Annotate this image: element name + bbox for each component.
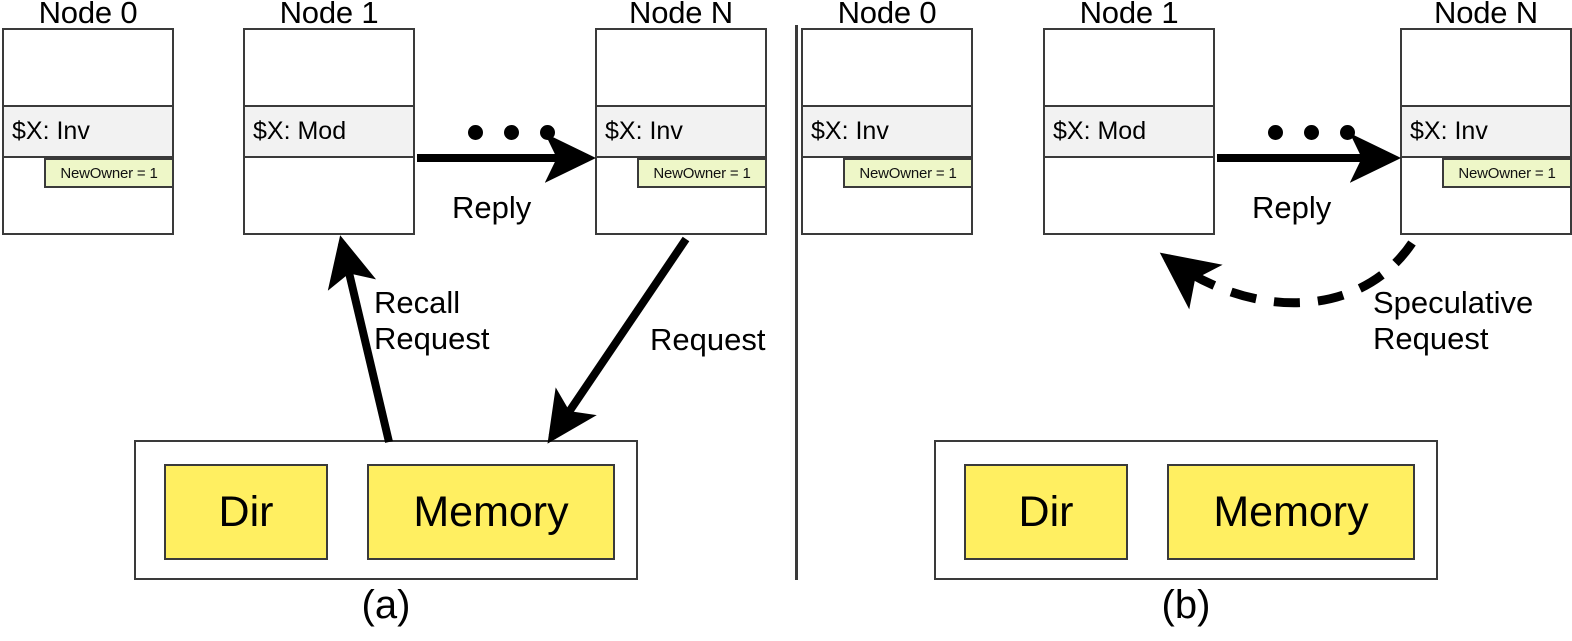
node-box: $X: Mod — [243, 28, 415, 235]
node-title: Node 1 — [1079, 0, 1179, 30]
node-row-blank-top — [1402, 30, 1570, 105]
ellipsis-dot — [468, 125, 483, 140]
panel-caption-b: (b) — [1161, 583, 1211, 627]
node-state-label: $X: Inv — [1410, 117, 1488, 145]
memory-cell: Memory — [1167, 464, 1415, 560]
node-box: $X: Inv NewOwner = 1 — [595, 28, 767, 235]
ellipsis-dot — [1304, 125, 1319, 140]
ellipsis-dot — [1268, 125, 1283, 140]
node-row-blank-bottom — [1045, 158, 1213, 233]
node-row-blank-bottom — [245, 158, 413, 233]
node-row-blank-top — [803, 30, 971, 105]
panel-caption-a: (a) — [361, 583, 411, 627]
ellipsis-dot — [1340, 125, 1355, 140]
memory-module-b: Dir Memory — [934, 440, 1438, 580]
node-group-a-node1: Node 1 $X: Mod — [243, 0, 415, 235]
edge-label-reply-b: Reply — [1252, 190, 1332, 225]
memory-module-a: Dir Memory — [134, 440, 638, 580]
node-row-blank-top — [597, 30, 765, 105]
node-state-label: $X: Mod — [1053, 117, 1147, 145]
ellipsis-dot — [540, 125, 555, 140]
node-title: Node 1 — [279, 0, 379, 30]
node-row-blank-top — [245, 30, 413, 105]
node-group-a-nodeN: Node N $X: Inv NewOwner = 1 — [595, 0, 767, 235]
directory-cell: Dir — [964, 464, 1128, 560]
node-state-label: $X: Inv — [811, 117, 889, 145]
edge-label-reply-a: Reply — [452, 190, 532, 225]
figure-root: Node 0 $X: Inv NewOwner = 1 Node 1 $X: M… — [0, 0, 1572, 641]
node-title: Node 0 — [837, 0, 937, 30]
node-group-b-nodeN: Node N $X: Inv NewOwner = 1 — [1400, 0, 1572, 235]
node-row-state: $X: Mod — [245, 105, 413, 158]
memory-cell: Memory — [367, 464, 615, 560]
newowner-badge: NewOwner = 1 — [843, 158, 973, 188]
node-group-a-node0: Node 0 $X: Inv NewOwner = 1 — [2, 0, 174, 235]
node-row-state: $X: Mod — [1045, 105, 1213, 158]
node-row-blank-top — [4, 30, 172, 105]
node-row-state: $X: Inv — [803, 105, 971, 158]
ellipsis-b — [1268, 125, 1355, 140]
newowner-badge: NewOwner = 1 — [44, 158, 174, 188]
ellipsis-a — [468, 125, 555, 140]
directory-cell: Dir — [164, 464, 328, 560]
edge-label-recall-request-a: Recall Request — [374, 285, 490, 356]
panel-divider — [795, 25, 798, 580]
node-title: Node N — [1434, 0, 1538, 30]
edge-label-request-a: Request — [650, 322, 766, 357]
node-box: $X: Inv NewOwner = 1 — [2, 28, 174, 235]
node-row-state: $X: Inv — [4, 105, 172, 158]
node-box: $X: Mod — [1043, 28, 1215, 235]
newowner-badge: NewOwner = 1 — [1442, 158, 1572, 188]
node-group-b-node1: Node 1 $X: Mod — [1043, 0, 1215, 235]
node-row-state: $X: Inv — [597, 105, 765, 158]
node-title: Node N — [629, 0, 733, 30]
node-row-blank-top — [1045, 30, 1213, 105]
node-box: $X: Inv NewOwner = 1 — [1400, 28, 1572, 235]
edge-label-speculative-request-b: Speculative Request — [1373, 285, 1534, 356]
node-row-state: $X: Inv — [1402, 105, 1570, 158]
node-title: Node 0 — [38, 0, 138, 30]
newowner-badge: NewOwner = 1 — [637, 158, 767, 188]
node-state-label: $X: Inv — [605, 117, 683, 145]
node-state-label: $X: Inv — [12, 117, 90, 145]
node-state-label: $X: Mod — [253, 117, 347, 145]
node-group-b-node0: Node 0 $X: Inv NewOwner = 1 — [801, 0, 973, 235]
ellipsis-dot — [504, 125, 519, 140]
node-box: $X: Inv NewOwner = 1 — [801, 28, 973, 235]
